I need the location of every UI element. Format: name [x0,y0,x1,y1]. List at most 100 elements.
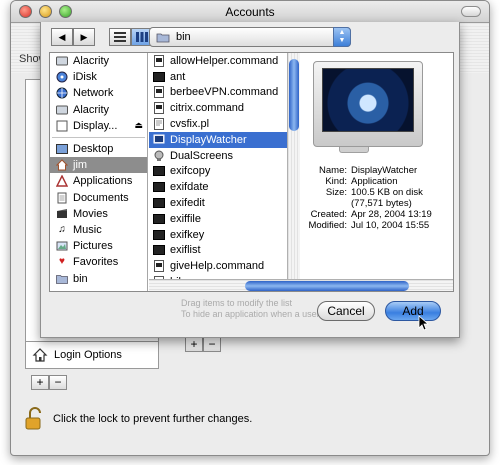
hard-drive-icon [56,104,68,116]
file-item[interactable]: giveHelp.command [149,258,287,274]
executable-icon [153,229,165,241]
command-file-icon [153,86,165,99]
folder-icon [156,33,170,43]
sidebar-separator [52,134,145,138]
executable-icon [153,165,165,177]
folder-icon [56,273,68,285]
command-file-icon [153,54,165,67]
scrollbar-thumb[interactable] [245,281,409,291]
login-options-item[interactable]: Login Options [25,341,159,369]
add-login-item-button[interactable]: + [185,337,203,352]
command-file-icon [153,260,165,273]
documents-icon [56,192,68,204]
list-view-button[interactable] [109,28,131,46]
executable-icon [153,71,165,83]
sidebar-item-display-image[interactable]: Display... ⏏ [50,118,147,134]
file-item[interactable]: exifedit [149,195,287,211]
sidebar-item-music[interactable]: ♫ Music [50,222,147,238]
sidebar-item-idisk[interactable]: iDisk [50,69,147,85]
path-popup-value: bin [176,31,191,43]
sidebar-item-movies[interactable]: Movies [50,206,147,222]
desktop-icon [56,143,68,155]
toolbar-toggle-button[interactable] [461,6,481,17]
sidebar-item-label: iDisk [73,71,97,84]
column-view-icon [136,32,148,42]
sidebar-item-label: Desktop [73,143,114,156]
file-item[interactable]: exifdate [149,179,287,195]
lock-row: Click the lock to prevent further change… [25,407,252,431]
navigation-buttons: ◀ ▶ [51,28,95,46]
sidebar-item-favorites[interactable]: ♥ Favorites [50,254,147,270]
file-info: Name: DisplayWatcher Kind: Application Siz… [301,165,453,231]
house-icon [32,348,48,362]
file-item-selected[interactable]: DisplayWatcher [149,131,287,148]
command-file-icon [153,102,165,115]
sidebar-item-alacrity[interactable]: Alacrity [50,53,147,69]
add-button[interactable]: Add [385,301,441,321]
title-bar[interactable]: Accounts [11,1,489,23]
info-size-bytes: (77,571 bytes) [351,198,412,209]
file-item[interactable]: exifkey [149,227,287,243]
horizontal-scrollbar[interactable] [149,279,453,291]
sidebar-item-bin[interactable]: bin [50,270,147,286]
file-item[interactable]: citrix.command [149,100,287,116]
list-view-icon [114,32,126,42]
info-label: Modified: [308,220,347,231]
path-popup[interactable]: bin ▲ ▼ [149,27,351,47]
file-item[interactable]: DualScreens [149,148,287,164]
file-item[interactable]: cvsfix.pl [149,116,287,132]
file-column: allowHelper.command ant berbeeVPN.comman… [149,53,287,279]
mouse-pointer-icon [418,315,430,331]
application-icon [153,150,165,162]
executable-icon [153,181,165,193]
monitor-screen [322,68,414,132]
lock-open-icon[interactable] [25,407,45,431]
sidebar-item-label: bin [73,272,88,285]
remove-account-button[interactable]: − [49,375,67,390]
sidebar-item-alacrity-2[interactable]: Alacrity [50,102,147,118]
info-size: 100.5 KB on disk [351,187,423,198]
sidebar-item-jim[interactable]: jim [50,157,147,174]
sidebar-item-label: Display... [73,119,118,132]
popup-arrows-icon: ▲ ▼ [333,27,351,47]
file-item[interactable]: exifcopy [149,164,287,180]
add-account-button[interactable]: + [31,375,49,390]
file-item[interactable]: exiffile [149,211,287,227]
file-browser: Alacrity iDisk Network Alacrity Display.… [49,52,454,292]
file-item[interactable]: ant [149,69,287,85]
music-icon: ♫ [58,223,66,235]
movies-icon [56,208,68,220]
executable-icon [153,213,165,225]
sidebar-item-label: jim [73,159,88,172]
back-button[interactable]: ◀ [51,28,73,46]
sidebar-item-documents[interactable]: Documents [50,190,147,206]
sidebar-item-network[interactable]: Network [50,85,147,101]
file-item[interactable]: exiflist [149,243,287,259]
application-icon [153,134,165,146]
sidebar-item-label: Favorites [73,256,119,269]
network-icon [56,87,68,99]
favorites-icon: ♥ [59,256,65,268]
cancel-button[interactable]: Cancel [317,301,375,321]
scrollbar-thumb[interactable] [289,59,299,131]
lock-message: Click the lock to prevent further change… [53,413,253,425]
sidebar-item-label: Alacrity [73,55,110,68]
sidebar-item-applications[interactable]: Applications [50,173,147,189]
forward-button[interactable]: ▶ [73,28,95,46]
sidebar-item-label: Music [73,223,102,236]
sidebar-item-label: Pictures [73,240,113,253]
disk-image-icon [56,120,68,132]
remove-login-item-button[interactable]: − [203,337,221,352]
account-add-remove: + − [31,375,67,390]
sidebar: Alacrity iDisk Network Alacrity Display.… [50,53,148,291]
file-item[interactable]: berbeeVPN.command [149,85,287,101]
login-options-label: Login Options [54,349,122,361]
sidebar-item-label: Movies [73,207,108,220]
eject-icon[interactable]: ⏏ [134,120,143,131]
file-column-scrollbar[interactable] [287,53,300,279]
applications-icon [56,175,68,188]
sidebar-item-desktop[interactable]: Desktop [50,141,147,157]
sidebar-item-pictures[interactable]: Pictures [50,238,147,254]
file-item[interactable]: allowHelper.command [149,53,287,69]
app-preview-image [313,61,423,147]
